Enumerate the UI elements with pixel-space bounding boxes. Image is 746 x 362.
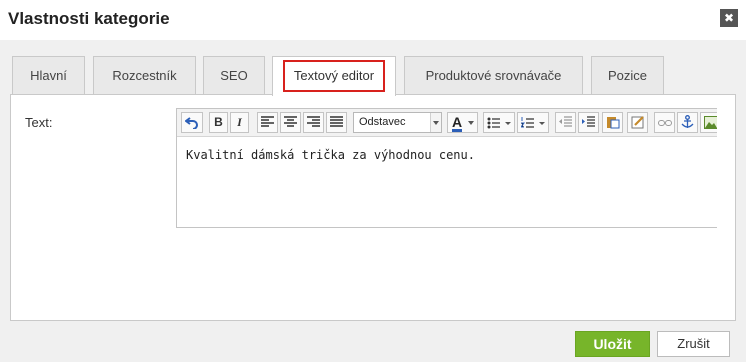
undo-button[interactable] (181, 112, 203, 133)
format-select[interactable]: Odstavec (353, 112, 442, 133)
paste-icon (606, 117, 619, 129)
image-icon (703, 116, 717, 129)
tab-label: Hlavní (30, 68, 67, 83)
format-select-value: Odstavec (359, 116, 406, 128)
chevron-down-icon (468, 121, 474, 125)
undo-icon (185, 117, 198, 129)
align-left-button[interactable] (257, 112, 278, 133)
outdent-icon (559, 116, 572, 127)
bold-button[interactable]: B (209, 112, 228, 133)
tab-label: Produktové srovnávače (425, 68, 562, 83)
align-right-button[interactable] (303, 112, 324, 133)
indent-icon (582, 116, 595, 127)
text-label: Text: (25, 115, 53, 130)
cancel-button[interactable]: Zrušit (657, 331, 730, 357)
rich-text-editor: B I Odstavec A Kvalitní dámská trička za… (176, 108, 717, 228)
tab-produktove-srovnavace[interactable]: Produktové srovnávače (404, 56, 583, 94)
numbered-list-button[interactable] (517, 112, 549, 133)
bullet-list-icon (487, 117, 511, 129)
tab-seo[interactable]: SEO (203, 56, 265, 94)
editor-content[interactable]: Kvalitní dámská trička za výhodnou cenu. (186, 148, 475, 162)
anchor-button[interactable] (677, 112, 698, 133)
link-button[interactable] (654, 112, 675, 133)
tab-label: Textový editor (282, 60, 386, 92)
chevron-down-icon (430, 113, 441, 132)
outdent-button[interactable] (555, 112, 576, 133)
tab-label: SEO (220, 68, 248, 83)
dialog-titlebar: Vlastnosti kategorie ✖ (0, 0, 746, 40)
italic-button[interactable]: I (230, 112, 249, 133)
align-center-button[interactable] (280, 112, 301, 133)
close-icon: ✖ (723, 11, 735, 25)
save-button[interactable]: Uložit (575, 331, 650, 357)
image-button[interactable] (700, 112, 717, 133)
tab-rozcestnik[interactable]: Rozcestník (93, 56, 196, 94)
align-right-icon (307, 116, 320, 127)
tab-label: Rozcestník (112, 68, 177, 83)
tab-label: Pozice (607, 68, 648, 83)
font-color-icon: A (452, 114, 463, 132)
edit-icon (631, 116, 644, 129)
align-left-icon (261, 116, 274, 127)
font-color-button[interactable]: A (447, 112, 478, 133)
tab-pozice[interactable]: Pozice (591, 56, 664, 94)
anchor-icon (681, 115, 694, 128)
bullet-list-button[interactable] (483, 112, 515, 133)
numbered-list-icon (521, 117, 545, 128)
close-button[interactable]: ✖ (720, 9, 738, 27)
editor-toolbar: B I Odstavec A (177, 109, 717, 137)
align-center-icon (284, 116, 297, 127)
align-justify-button[interactable] (326, 112, 347, 133)
edit-source-button[interactable] (627, 112, 648, 133)
tab-hlavni[interactable]: Hlavní (12, 56, 85, 94)
paste-button[interactable] (602, 112, 623, 133)
link-icon (657, 120, 672, 126)
align-justify-icon (330, 116, 343, 127)
tab-textovy-editor[interactable]: Textový editor (272, 56, 396, 96)
dialog-title: Vlastnosti kategorie (8, 9, 170, 28)
indent-button[interactable] (578, 112, 599, 133)
